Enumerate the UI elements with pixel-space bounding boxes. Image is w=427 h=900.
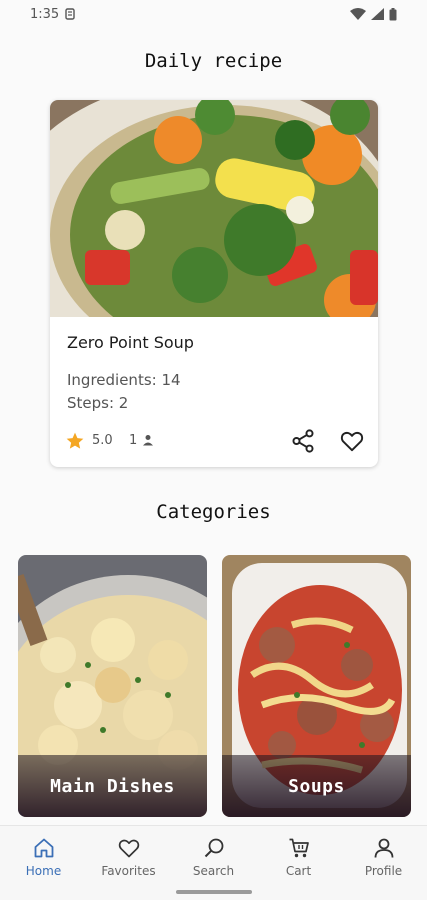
bottom-nav: Home Favorites Search Cart Profile bbox=[0, 825, 427, 900]
categories-title: Categories bbox=[156, 501, 271, 523]
person-icon bbox=[143, 435, 153, 446]
nav-label: Cart bbox=[285, 864, 312, 878]
recipe-title: Zero Point Soup bbox=[67, 333, 194, 352]
status-time: 1:35 bbox=[30, 6, 60, 22]
home-indicator[interactable] bbox=[176, 890, 252, 894]
category-label: Main Dishes bbox=[18, 755, 207, 817]
recipe-image bbox=[50, 100, 378, 317]
status-bar: 1:35 bbox=[0, 0, 427, 28]
category-label: Soups bbox=[222, 755, 411, 817]
home-icon bbox=[34, 838, 53, 858]
heart-icon bbox=[118, 839, 139, 858]
daily-recipe-title: Daily recipe bbox=[144, 50, 283, 72]
share-icon[interactable] bbox=[290, 428, 316, 454]
nav-label: Search bbox=[192, 864, 235, 878]
cart-icon bbox=[289, 838, 309, 858]
nav-favorites[interactable]: Favorites bbox=[86, 836, 171, 884]
recipe-steps: Steps: 2 bbox=[67, 394, 129, 412]
signal-icon bbox=[371, 8, 384, 20]
star-icon bbox=[66, 432, 84, 449]
nav-label: Profile bbox=[364, 864, 403, 878]
nav-label: Home bbox=[25, 864, 62, 878]
nav-label: Favorites bbox=[101, 864, 156, 878]
search-icon bbox=[204, 838, 223, 858]
nav-search[interactable]: Search bbox=[171, 836, 256, 884]
category-main-dishes[interactable]: Main Dishes bbox=[18, 555, 207, 817]
favorite-heart-icon[interactable] bbox=[339, 428, 365, 454]
battery-icon bbox=[389, 7, 397, 20]
nav-profile[interactable]: Profile bbox=[341, 836, 426, 884]
sim-icon bbox=[65, 8, 75, 20]
nav-cart[interactable]: Cart bbox=[256, 836, 341, 884]
category-soups[interactable]: Soups bbox=[222, 555, 411, 817]
daily-recipe-card[interactable]: Zero Point Soup Ingredients: 14 Steps: 2… bbox=[50, 100, 378, 467]
rating-value: 5.0 bbox=[92, 433, 113, 448]
recipe-actions: 5.0 1 bbox=[50, 425, 378, 457]
recipe-ingredients: Ingredients: 14 bbox=[67, 371, 181, 389]
person-icon bbox=[374, 838, 393, 858]
reviews-count: 1 bbox=[129, 433, 138, 448]
wifi-icon bbox=[350, 8, 366, 20]
nav-home[interactable]: Home bbox=[1, 836, 86, 884]
